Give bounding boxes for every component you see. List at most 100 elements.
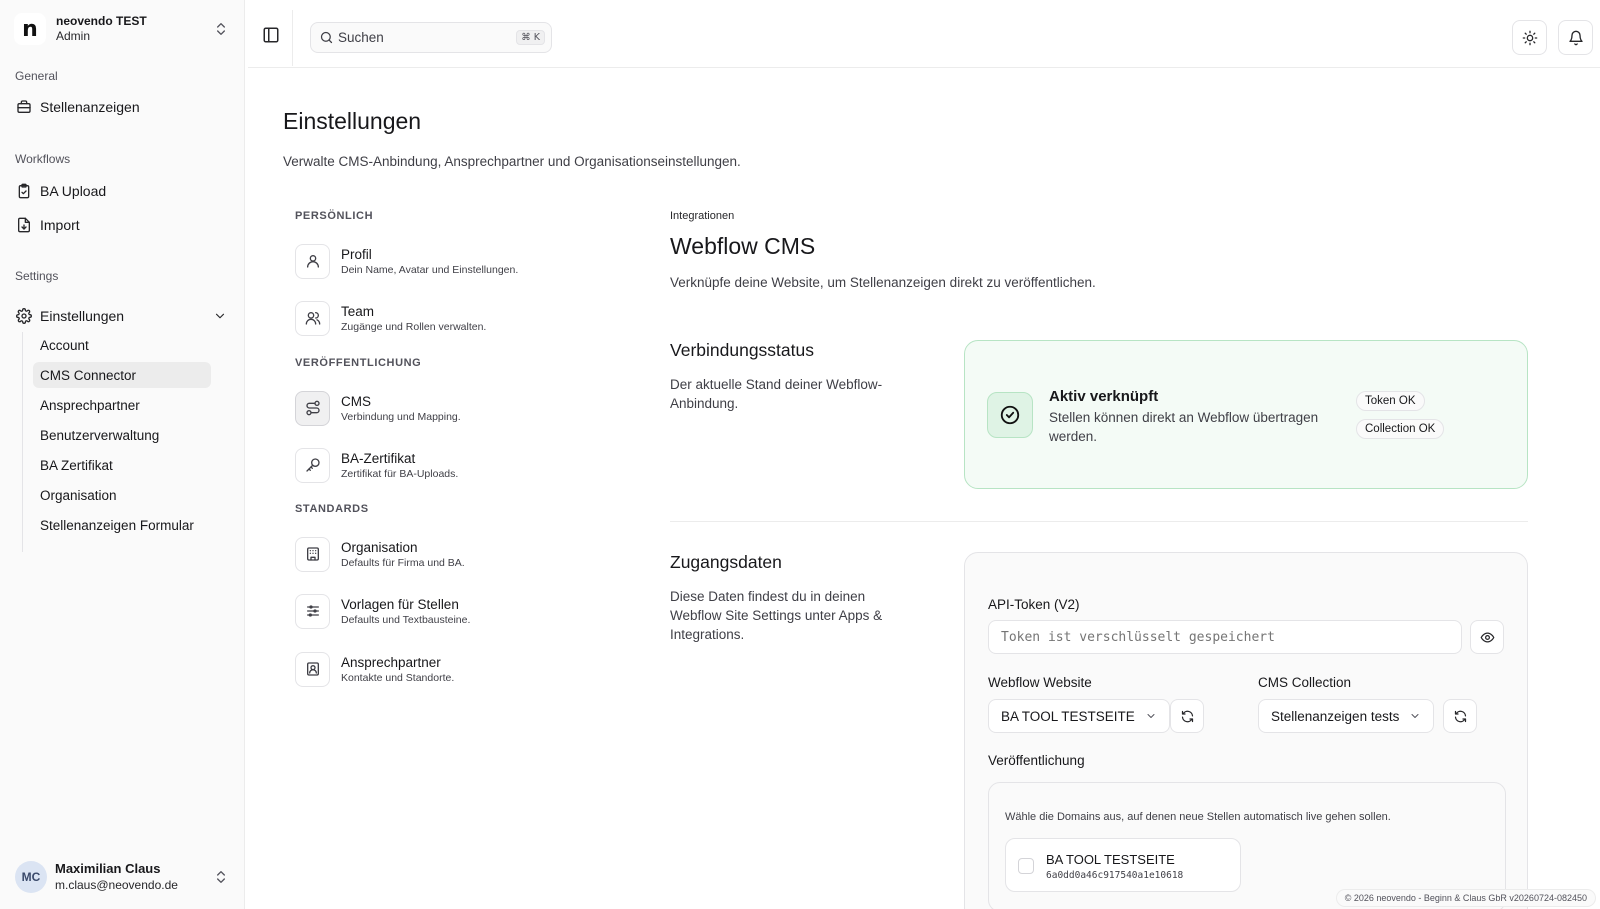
domain-name: BA TOOL TESTSEITE <box>1046 852 1175 867</box>
collection-label: CMS Collection <box>1258 675 1352 690</box>
refresh-websites-button[interactable] <box>1170 699 1204 733</box>
page-subtitle: Verwalte CMS-Anbindung, Ansprechpartner … <box>283 154 741 169</box>
sidebar-item-label: Import <box>40 217 80 233</box>
search-placeholder: Suchen <box>338 30 384 45</box>
status-heading: Verbindungsstatus <box>670 340 814 360</box>
menu-item-profil[interactable]: Profil Dein Name, Avatar und Einstellung… <box>295 242 595 280</box>
settings-subnav: Account CMS Connector Ansprechpartner Be… <box>22 332 222 552</box>
sidebar-toggle-icon[interactable] <box>262 26 280 44</box>
subnav-item-cms-connector[interactable]: CMS Connector <box>33 362 211 388</box>
subnav-item-stellenanzeigen-formular[interactable]: Stellenanzeigen Formular <box>33 512 211 538</box>
notifications-button[interactable] <box>1558 20 1593 55</box>
gear-icon <box>16 308 32 324</box>
menu-item-ba-zertifikat[interactable]: BA-Zertifikat Zertifikat für BA-Uploads. <box>295 446 595 484</box>
website-select[interactable]: BA TOOL TESTSEITE <box>988 699 1170 733</box>
search-input[interactable]: Suchen ⌘ K <box>310 22 552 53</box>
menu-icon-box <box>295 593 330 629</box>
footer-copyright: © 2026 neovendo - Beginn & Claus GbR v20… <box>1335 889 1596 907</box>
menu-icon-box <box>295 447 330 483</box>
status-badge-token: Token OK <box>1356 391 1425 411</box>
page-title: Einstellungen <box>283 108 422 134</box>
eye-icon <box>1480 632 1494 642</box>
chevron-down-icon <box>1147 714 1155 718</box>
sidebar-item-stellenanzeigen[interactable]: Stellenanzeigen <box>8 91 237 123</box>
bell-icon <box>1568 30 1583 45</box>
menu-item-cms[interactable]: CMS Verbindung und Mapping. <box>295 389 595 427</box>
sidebar-item-import[interactable]: Import <box>8 209 237 241</box>
chevron-down-icon <box>1411 714 1419 718</box>
credentials-heading: Zugangsdaten <box>670 552 782 572</box>
search-shortcut: ⌘ K <box>516 30 545 45</box>
menu-item-title: Team <box>341 303 375 319</box>
briefcase-icon <box>17 100 31 113</box>
sidebar-item-label: Einstellungen <box>40 308 125 324</box>
api-token-field[interactable] <box>988 620 1462 654</box>
menu-item-title: CMS <box>341 393 371 409</box>
menu-item-desc: Zugänge und Rollen verwalten. <box>341 320 487 333</box>
website-label: Webflow Website <box>988 675 1092 690</box>
subnav-item-ba-zertifikat[interactable]: BA Zertifikat <box>33 452 211 478</box>
subnav-item-organisation[interactable]: Organisation <box>33 482 211 508</box>
subnav-item-account[interactable]: Account <box>33 332 211 358</box>
subnav-item-benutzerverwaltung[interactable]: Benutzerverwaltung <box>33 422 211 448</box>
menu-item-organisation[interactable]: Organisation Defaults für Firma und BA. <box>295 535 595 573</box>
org-switcher[interactable]: n neovendo TEST Admin <box>8 8 237 50</box>
file-import-icon <box>18 217 30 233</box>
menu-group-persoenlich: PERSÖNLICH <box>295 210 374 222</box>
menu-item-vorlagen[interactable]: Vorlagen für Stellen Defaults und Textba… <box>295 592 595 630</box>
menu-icon-box <box>295 651 330 687</box>
menu-item-desc: Dein Name, Avatar und Einstellungen. <box>341 263 519 276</box>
chevron-down-icon <box>215 313 225 319</box>
menu-item-title: Profil <box>341 246 372 262</box>
domain-checkbox[interactable] <box>1018 858 1034 874</box>
show-token-button[interactable] <box>1470 620 1504 654</box>
sun-icon <box>1522 30 1537 45</box>
menu-icon-box <box>295 243 330 279</box>
domain-id: 6a0dd0a46c917540a1e10618 <box>1046 870 1184 881</box>
website-select-value: BA TOOL TESTSEITE <box>1001 708 1135 724</box>
refresh-collections-button[interactable] <box>1443 699 1477 733</box>
status-icon-box <box>987 392 1033 438</box>
theme-toggle-button[interactable] <box>1512 20 1547 55</box>
user-menu[interactable]: MC Maximilian Claus m.claus@neovendo.de <box>8 853 237 901</box>
menu-icon-box <box>295 300 330 336</box>
subnav-item-ansprechpartner[interactable]: Ansprechpartner <box>33 392 211 418</box>
section-label-workflows: Workflows <box>15 152 71 166</box>
collection-select-value: Stellenanzeigen tests <box>1271 708 1400 724</box>
publish-hint: Wähle die Domains aus, auf denen neue St… <box>1005 811 1391 823</box>
domain-option[interactable]: BA TOOL TESTSEITE 6a0dd0a46c917540a1e106… <box>1005 838 1241 892</box>
credentials-description: Diese Daten findest du in deinen Webflow… <box>670 589 883 642</box>
org-logo: n <box>14 13 46 45</box>
menu-group-veroeffentlichung: VERÖFFENTLICHUNG <box>295 357 422 369</box>
chevrons-up-down-icon <box>217 23 225 35</box>
sidebar-item-ba-upload[interactable]: BA Upload <box>8 175 237 207</box>
section-divider <box>670 521 1528 522</box>
menu-item-desc: Defaults für Firma und BA. <box>341 556 465 569</box>
section-label-settings: Settings <box>15 269 59 283</box>
sidebar: n neovendo TEST Admin General Stellenanz… <box>0 0 245 909</box>
chevrons-up-down-icon <box>217 871 225 883</box>
section-lead: Verknüpfe deine Website, um Stellenanzei… <box>670 275 1096 290</box>
route-icon <box>305 400 320 416</box>
sidebar-item-einstellungen[interactable]: Einstellungen <box>8 300 237 332</box>
menu-icon-box <box>295 390 330 426</box>
menu-item-ansprechpartner[interactable]: Ansprechpartner Kontakte und Standorte. <box>295 650 595 688</box>
status-title: Aktiv verknüpft <box>1049 388 1159 405</box>
org-name: neovendo TEST <box>56 14 147 28</box>
sidebar-item-label: Stellenanzeigen <box>40 99 140 115</box>
avatar: MC <box>15 861 47 893</box>
menu-item-desc: Kontakte und Standorte. <box>341 671 455 684</box>
status-text: Stellen können direkt an Webflow übertra… <box>1049 410 1319 444</box>
status-description: Der aktuelle Stand deiner Webflow-Anbind… <box>670 377 883 411</box>
refresh-icon <box>1181 710 1193 722</box>
section-title: Webflow CMS <box>670 233 816 259</box>
building-icon <box>306 547 319 561</box>
collection-select[interactable]: Stellenanzeigen tests <box>1258 699 1435 733</box>
contact-icon <box>306 662 319 676</box>
menu-item-team[interactable]: Team Zugänge und Rollen verwalten. <box>295 299 595 337</box>
header-divider <box>292 10 293 66</box>
section-label-general: General <box>15 69 58 83</box>
connection-status-card: Aktiv verknüpft Stellen können direkt an… <box>964 340 1528 489</box>
search-icon <box>320 31 333 44</box>
top-header: Suchen ⌘ K <box>248 0 1600 68</box>
